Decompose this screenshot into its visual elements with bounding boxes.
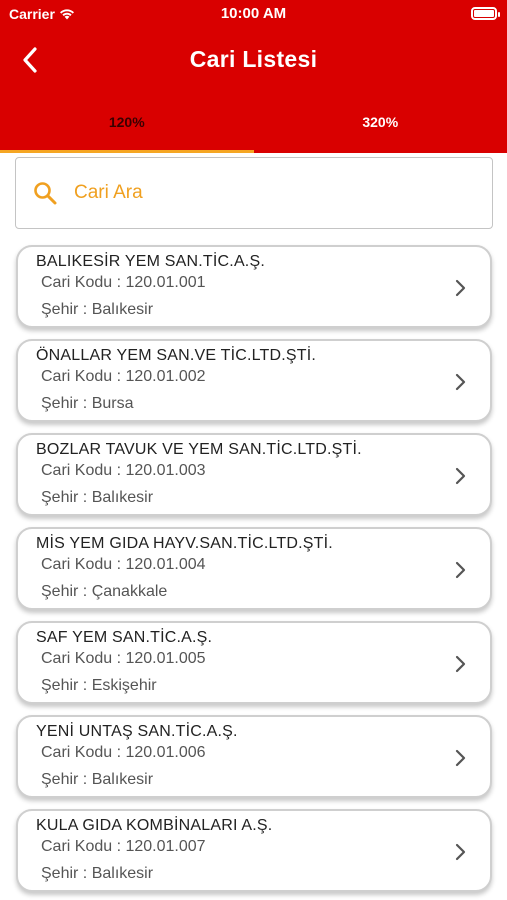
status-bar: Carrier 10:00 AM: [0, 0, 507, 28]
search-input[interactable]: [74, 182, 454, 204]
account-city: Şehir : Çanakkale: [41, 583, 168, 600]
account-code: Cari Kodu : 120.01.007: [41, 838, 206, 855]
account-card[interactable]: KULA GIDA KOMBİNALARI A.Ş. Cari Kodu : 12…: [16, 809, 492, 892]
chevron-right-icon: [455, 373, 466, 391]
account-name: YENİ UNTAŞ SAN.TİC.A.Ş.: [36, 723, 238, 740]
account-card[interactable]: ÖNALLAR YEM SAN.VE TİC.LTD.ŞTİ. Cari Kodu…: [16, 339, 492, 422]
account-card[interactable]: YENİ UNTAŞ SAN.TİC.A.Ş. Cari Kodu : 120.0…: [16, 715, 492, 798]
header: Carrier 10:00 AM Cari Listesi 120% 320%: [0, 0, 507, 153]
account-card[interactable]: BALIKESİR YEM SAN.TİC.A.Ş. Cari Kodu : 12…: [16, 245, 492, 328]
tab-320[interactable]: 320%: [254, 100, 507, 153]
account-card[interactable]: SAF YEM SAN.TİC.A.Ş. Cari Kodu : 120.01.0…: [16, 621, 492, 704]
account-city: Şehir : Balıkesir: [41, 865, 154, 882]
navigation-bar: Cari Listesi: [0, 38, 507, 82]
account-city: Şehir : Balıkesir: [41, 489, 154, 506]
page-title: Cari Listesi: [189, 46, 318, 72]
chevron-right-icon: [455, 561, 466, 579]
account-code: Cari Kodu : 120.01.001: [41, 274, 206, 291]
account-card[interactable]: MİS YEM GIDA HAYV.SAN.TİC.LTD.ŞTİ. Cari K…: [16, 527, 492, 610]
account-name: SAF YEM SAN.TİC.A.Ş.: [36, 629, 213, 646]
account-code: Cari Kodu : 120.01.005: [41, 650, 206, 667]
chevron-right-icon: [455, 749, 466, 767]
account-name: KULA GIDA KOMBİNALARI A.Ş.: [36, 817, 273, 834]
search-box[interactable]: [15, 157, 493, 229]
account-code: Cari Kodu : 120.01.003: [41, 462, 206, 479]
active-tab-indicator: [0, 150, 254, 153]
account-card[interactable]: BOZLAR TAVUK VE YEM SAN.TİC.LTD.ŞTİ. Cari…: [16, 433, 492, 516]
tab-120[interactable]: 120%: [0, 100, 254, 153]
tab-bar: 120% 320%: [0, 100, 507, 153]
account-city: Şehir : Bursa: [41, 395, 134, 412]
tab-label: 120%: [108, 114, 145, 130]
chevron-right-icon: [455, 467, 466, 485]
chevron-right-icon: [455, 279, 466, 297]
account-name: BALIKESİR YEM SAN.TİC.A.Ş.: [36, 253, 265, 270]
chevron-right-icon: [455, 655, 466, 673]
status-time: 10:00 AM: [220, 5, 287, 22]
battery-icon: [471, 7, 500, 20]
account-city: Şehir : Balıkesir: [41, 301, 154, 318]
search-icon: [34, 182, 57, 205]
account-code: Cari Kodu : 120.01.004: [41, 556, 206, 573]
account-name: MİS YEM GIDA HAYV.SAN.TİC.LTD.ŞTİ.: [36, 535, 333, 552]
account-city: Şehir : Balıkesir: [41, 771, 154, 788]
account-name: ÖNALLAR YEM SAN.VE TİC.LTD.ŞTİ.: [36, 347, 317, 364]
chevron-right-icon: [455, 843, 466, 861]
account-name: BOZLAR TAVUK VE YEM SAN.TİC.LTD.ŞTİ.: [36, 441, 362, 458]
tab-label: 320%: [362, 114, 399, 130]
account-code: Cari Kodu : 120.01.002: [41, 368, 206, 385]
account-city: Şehir : Eskişehir: [41, 677, 157, 694]
account-code: Cari Kodu : 120.01.006: [41, 744, 206, 761]
